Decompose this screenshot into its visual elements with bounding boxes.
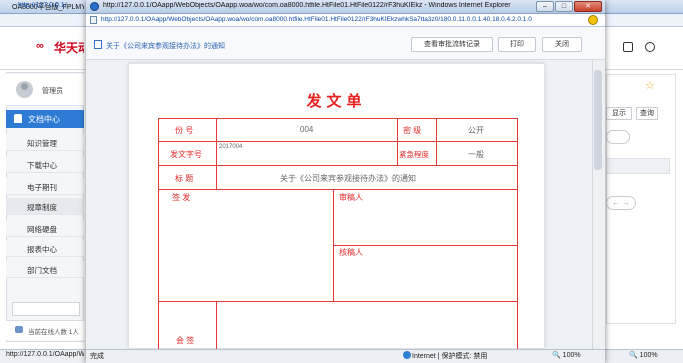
grid-line (158, 165, 518, 166)
grid-line (158, 189, 518, 190)
filter-input[interactable] (606, 130, 630, 144)
value-urgency: 一般 (468, 150, 484, 159)
table-header (606, 158, 670, 174)
value-subject: 关于《公司来宾参观接待办法》的通知 (280, 174, 416, 183)
grid-line (158, 301, 518, 302)
popup-title: http://127.0.0.1/OAapp/WebObjects/OAapp.… (103, 2, 511, 9)
sidebar-item-disk[interactable]: 网络硬盘 (6, 220, 84, 237)
grid-line (517, 118, 518, 349)
show-button[interactable]: 显示 (606, 107, 632, 120)
print-button[interactable]: 打印 (498, 37, 536, 52)
status-done: 完成 (90, 353, 104, 360)
form-title: 发文单 (306, 93, 367, 110)
document-icon (94, 40, 102, 49)
maximize-button[interactable]: □ (555, 1, 573, 12)
sidebar-item-knowledge[interactable]: 知识管理 (6, 134, 84, 151)
label-secret: 密 级 (403, 126, 422, 135)
pager-arrows[interactable]: ← → (606, 196, 636, 210)
shirt-icon[interactable] (623, 42, 633, 52)
logo-icon: ∞ (36, 40, 44, 52)
value-doc-no: 2017004 (219, 144, 243, 150)
label-urgency: 紧急程度 (399, 150, 429, 159)
page-icon (90, 16, 97, 24)
sidebar-item-downloads[interactable]: 下载中心 (6, 156, 84, 173)
online-users-text: 当前在线人数 1人 (28, 329, 79, 336)
popup-address-text[interactable]: http://127.0.0.1/OAapp/WebObjects/OAapp.… (101, 16, 581, 23)
scrollbar-thumb[interactable] (594, 70, 602, 170)
grid-line (158, 141, 518, 142)
close-button[interactable]: 关闭 (542, 37, 582, 52)
compatibility-icon[interactable] (588, 15, 598, 25)
sidebar-item-reports[interactable]: 报表中心 (6, 240, 84, 257)
security-zone[interactable]: Internet | 保护模式: 禁用 (412, 351, 487, 361)
label-doc-no: 发文字号 (170, 150, 202, 159)
grid-line (333, 245, 518, 246)
value-secret: 公开 (468, 126, 484, 135)
grid-line (216, 301, 217, 349)
label-subject: 标 题 (175, 174, 194, 183)
grid-line (216, 118, 217, 189)
sidebar-item-label: 文档中心 (28, 115, 60, 124)
sidebar-item-rules[interactable]: 规章制度 (6, 198, 84, 215)
view-approval-record-button[interactable]: 查看审批流转记录 (411, 37, 493, 52)
sidebar-search-box[interactable] (12, 302, 80, 316)
close-window-button[interactable]: ✕ (574, 1, 602, 12)
power-icon[interactable] (645, 42, 655, 52)
grid-line (397, 118, 398, 165)
star-icon[interactable]: ☆ (645, 79, 655, 92)
users-icon (15, 326, 23, 333)
label-sign: 签 发 (172, 193, 191, 202)
grid-line (333, 189, 334, 301)
popup-zoom[interactable]: 🔍 100% (552, 351, 581, 359)
person-icon (14, 114, 22, 123)
background-zoom[interactable]: 🔍 100% (629, 351, 658, 359)
grid-line (158, 118, 518, 119)
grid-line (436, 118, 437, 165)
background-status-text: http://127.0.0.1/OAapp/We (6, 351, 84, 358)
sidebar-item-documents[interactable]: 文档中心 (6, 110, 84, 128)
label-countersign: 会 签 (176, 336, 195, 345)
background-address-text[interactable]: http://127.0.0.1/ (18, 2, 84, 9)
logo-text: 华天动 (54, 41, 84, 55)
label-review: 审稿人 (339, 193, 363, 202)
popup-statusbar (86, 349, 605, 363)
sidebar-item-dept-docs[interactable]: 部门文档 (6, 261, 84, 278)
label-proof: 核稿人 (339, 248, 363, 257)
label-number: 份 号 (175, 126, 194, 135)
ie-icon (90, 2, 99, 11)
query-button[interactable]: 查询 (636, 107, 658, 120)
value-number: 004 (300, 125, 314, 134)
document-title: 关于《公司来宾参观接待办法》的通知 (106, 43, 225, 50)
user-name: 管理员 (42, 88, 63, 95)
grid-line (158, 118, 159, 349)
globe-icon (403, 351, 411, 359)
minimize-button[interactable]: – (536, 1, 554, 12)
avatar-head-icon (21, 83, 28, 90)
sidebar-item-journal[interactable]: 电子期刊 (6, 178, 84, 195)
